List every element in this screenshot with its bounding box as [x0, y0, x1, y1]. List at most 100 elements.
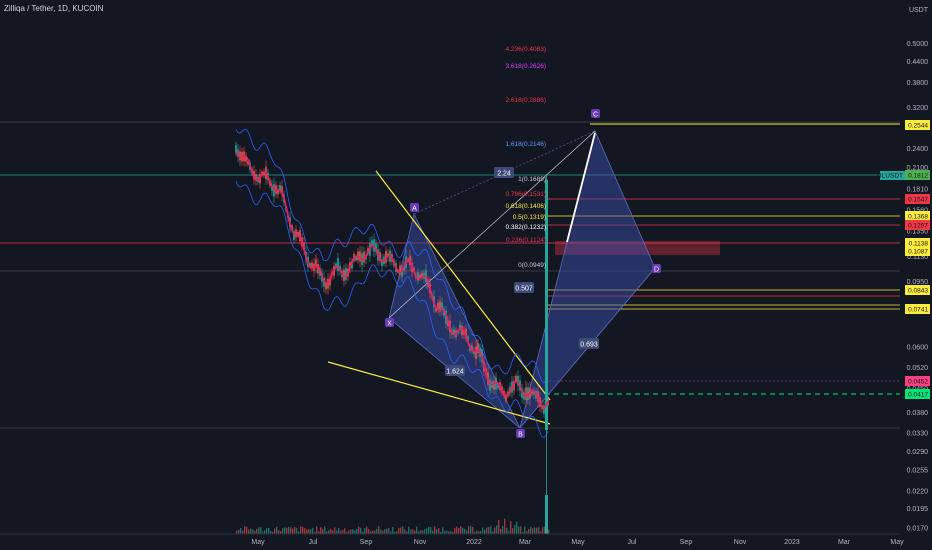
volume-bar: [336, 530, 338, 534]
price-tick: 0.5000: [907, 41, 929, 48]
volume-bar: [320, 527, 322, 534]
volume-bar: [504, 518, 506, 534]
fib-label: 0.5(0.1319): [513, 214, 546, 221]
volume-bar: [282, 528, 284, 534]
volume-bar: [470, 526, 472, 534]
fib-label: 0.618(0.1406): [506, 203, 546, 210]
time-tick: Nov: [414, 539, 427, 546]
volume-bar: [236, 530, 238, 534]
volume-bar: [454, 527, 456, 534]
volume-bar: [436, 529, 438, 534]
time-tick: Jul: [628, 539, 637, 546]
time-tick: May: [571, 539, 585, 546]
volume-bar: [322, 529, 324, 534]
price-badge-label: 0.0741: [908, 307, 928, 314]
candle-body: [359, 251, 361, 262]
price-badge-label: 0.2544: [908, 123, 928, 130]
time-tick: 2022: [466, 539, 482, 546]
volume-bar: [438, 528, 440, 534]
volume-bar: [378, 526, 380, 534]
volume-bar: [350, 529, 352, 534]
price-badge-label: 0.0417: [908, 392, 928, 399]
point-label-x: X: [387, 321, 392, 328]
volume-bar: [520, 526, 522, 534]
volume-bar: [338, 527, 340, 534]
volume-bar: [288, 526, 290, 534]
price-badge-label: 0.1087: [908, 249, 928, 256]
volume-bar: [324, 526, 326, 534]
volume-bar: [248, 529, 250, 534]
time-tick: Jul: [309, 539, 318, 546]
candle-body: [475, 346, 477, 359]
volume-bar: [538, 527, 540, 534]
price-tick: 0.1810: [907, 186, 929, 193]
volume-bar: [430, 527, 432, 534]
volume-bar: [528, 528, 530, 534]
fib-label: 0.236(0.1124): [506, 237, 546, 244]
price-tick: 0.0380: [907, 410, 929, 417]
volume-bar: [518, 526, 520, 534]
volume-bar: [490, 526, 492, 534]
volume-bar: [384, 529, 386, 534]
price-axis-unit: USDT: [909, 7, 929, 14]
volume-bar: [428, 526, 430, 534]
volume-bar: [330, 528, 332, 534]
volume-bar: [312, 527, 314, 534]
volume-bar: [434, 526, 436, 534]
volume-bar: [278, 530, 280, 534]
price-badge-label: 0.0452: [908, 379, 928, 386]
volume-bar: [342, 529, 344, 534]
volume-bar: [496, 525, 498, 534]
volume-bar: [484, 529, 486, 534]
volume-bar: [512, 528, 514, 534]
volume-bar: [388, 528, 390, 534]
volume-bar: [482, 527, 484, 534]
volume-bar: [290, 527, 292, 534]
candle-body: [345, 267, 347, 280]
volume-bar: [516, 521, 518, 534]
volume-bar: [352, 529, 354, 534]
volume-bar: [420, 529, 422, 534]
time-tick: May: [251, 539, 265, 546]
volume-bar: [340, 530, 342, 534]
volume-bar: [354, 530, 356, 534]
volume-bar: [432, 530, 434, 534]
volume-bar: [304, 528, 306, 534]
time-tick: Mar: [519, 539, 532, 546]
price-badge-label: 0.1547: [908, 197, 928, 204]
ratio-label: 0.693: [580, 342, 598, 349]
volume-bar: [274, 528, 276, 534]
volume-bar: [414, 530, 416, 534]
price-tick: 0.2400: [907, 146, 929, 153]
volume-bar: [468, 526, 470, 534]
candle-body: [461, 325, 463, 336]
volume-bar: [334, 527, 336, 534]
volume-bar: [462, 527, 464, 534]
volume-bar: [276, 526, 278, 534]
ratio-label: 0.507: [515, 286, 533, 293]
candle-body: [295, 229, 297, 238]
current-price-tag: ZILUSDT: [876, 173, 903, 180]
volume-bar: [534, 527, 536, 534]
volume-bar: [256, 528, 258, 534]
volume-spike: [545, 495, 548, 534]
volume-bar: [368, 528, 370, 534]
price-tick: 0.4400: [907, 59, 929, 66]
volume-bar: [376, 528, 378, 534]
volume-group: [236, 518, 550, 534]
volume-bar: [252, 529, 254, 534]
time-tick: Sep: [360, 539, 373, 546]
volume-bar: [366, 526, 368, 534]
fib-label: 1(0.1689): [518, 176, 546, 183]
volume-bar: [356, 529, 358, 534]
price-chart[interactable]: X A B C D 1.624 0.507 2.24 0.693 4.236(0.4083) 3.6…: [0, 0, 932, 550]
volume-bar: [500, 528, 502, 534]
volume-bar: [250, 528, 252, 534]
volume-bar: [458, 527, 460, 534]
price-tick: 0.0520: [907, 365, 929, 372]
volume-bar: [266, 528, 268, 534]
price-badge-label: 0.1368: [908, 214, 928, 221]
volume-bar: [532, 528, 534, 534]
volume-bar: [302, 527, 304, 534]
volume-bar: [472, 526, 474, 534]
